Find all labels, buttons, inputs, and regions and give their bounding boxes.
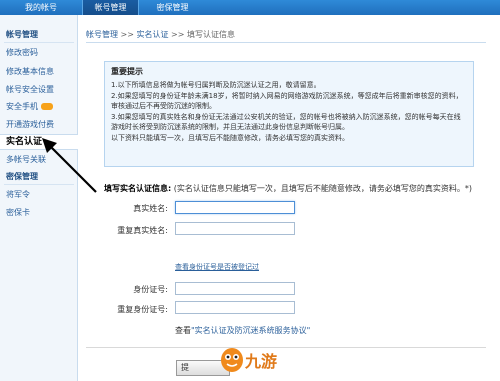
sidebar-item-token[interactable]: 将军令 [6, 189, 30, 200]
form-title-note: (实名认证信息只能填写一次，且填写后不能随意修改，请务必填写您的真实资料。*) [173, 184, 472, 193]
breadcrumb-divider [86, 42, 486, 43]
sidebar-item-change-password[interactable]: 修改密码 [6, 47, 38, 58]
agreement-link[interactable]: "实名认证及防沉迷系统服务协议" [191, 326, 310, 335]
sidebar: 帐号管理 修改密码 修改基本信息 帐号安全设置 安全手机 开通游戏付费 实名认证… [0, 15, 78, 381]
breadcrumb-separator: >> [118, 30, 137, 39]
notice-line: 以下资料只能填写一次，且填写后不能随意修改，请务必填写您的真实资料。 [111, 133, 349, 142]
sidebar-section-account: 帐号管理 [6, 30, 38, 39]
tab-my-account[interactable]: 我的帐号 [0, 0, 82, 15]
notice-line: 2.如果您填写的身份证年龄未满18岁，将暂时纳入网易的网络游戏防沉迷系统，等您成… [111, 91, 463, 111]
breadcrumb-account-management[interactable]: 帐号管理 [86, 30, 118, 39]
sidebar-item-security-settings[interactable]: 帐号安全设置 [6, 84, 54, 95]
hot-badge-icon [41, 103, 53, 110]
watermark-text: 九游 [245, 352, 278, 371]
notice-title: 重要提示 [111, 67, 143, 76]
id-number-confirm-input[interactable] [175, 301, 295, 314]
annotation-arrow-icon [42, 138, 97, 193]
breadcrumb-separator: >> [168, 30, 187, 39]
id-number-confirm-label: 重复身份证号: [117, 305, 168, 314]
sidebar-section-security: 密保管理 [6, 172, 38, 181]
real-name-label: 真实姓名: [133, 204, 168, 213]
id-registered-check-link[interactable]: 查看身份证号是否被登记过 [175, 262, 259, 272]
notice-line: 1.以下所填信息将做为帐号归属判断及防沉迷认证之用，敬请留意。 [111, 81, 321, 89]
real-name-confirm-input[interactable] [175, 222, 295, 235]
breadcrumb: 帐号管理 >> 实名认证 >> 填写认证信息 [86, 29, 235, 40]
sidebar-item-label: 安全手机 [6, 102, 38, 111]
tab-security-management[interactable]: 密保管理 [139, 0, 206, 15]
real-name-confirm-label: 重复真实姓名: [117, 226, 168, 235]
sidebar-item-security-card[interactable]: 密保卡 [6, 207, 30, 218]
sidebar-item-edit-info[interactable]: 修改基本信息 [6, 66, 54, 77]
agreement-prefix: 查看 [175, 326, 191, 335]
breadcrumb-current: 填写认证信息 [187, 30, 235, 39]
tab-account-management[interactable]: 帐号管理 [82, 0, 139, 15]
form-title-label: 填写实名认证信息: [104, 184, 172, 193]
sidebar-item-game-payment[interactable]: 开通游戏付费 [6, 119, 54, 130]
id-number-label: 身份证号: [133, 285, 168, 294]
form-title: 填写实名认证信息: (实名认证信息只能填写一次，且填写后不能随意修改，请务必填写… [104, 183, 472, 194]
important-notice-box: 重要提示 1.以下所填信息将做为帐号归属判断及防沉迷认证之用，敬请留意。 2.如… [104, 61, 474, 167]
id-number-input[interactable] [175, 282, 295, 295]
breadcrumb-real-name[interactable]: 实名认证 [137, 30, 169, 39]
sidebar-divider [4, 42, 74, 43]
real-name-input[interactable] [175, 201, 295, 214]
sidebar-item-security-phone[interactable]: 安全手机 [6, 101, 53, 112]
agreement-line: 查看"实名认证及防沉迷系统服务协议" [175, 325, 310, 336]
notice-line: 3.如果您填写的真实姓名和身份证无法通过公安机关的验证，您的帐号也将被纳入防沉迷… [111, 112, 461, 132]
top-nav-bar: 我的帐号 帐号管理 密保管理 [0, 0, 500, 15]
